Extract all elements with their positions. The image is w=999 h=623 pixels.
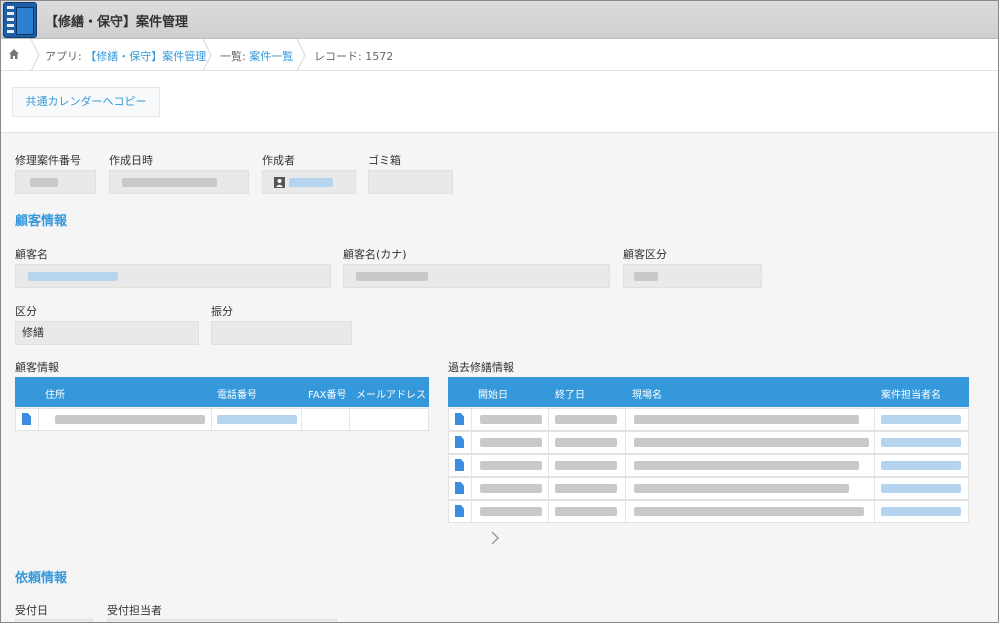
customer-category-field	[623, 264, 762, 288]
creator-field	[262, 170, 356, 194]
col-start-date: 開始日	[478, 390, 508, 401]
division-field: 修繕	[15, 321, 199, 345]
app-title: 【修繕・保守】案件管理	[45, 15, 189, 30]
table-row[interactable]	[448, 500, 969, 523]
request-info-heading: 依頼情報	[15, 571, 68, 586]
allocation-label: 振分	[211, 305, 233, 318]
customer-kana-label: 顧客名(カナ)	[343, 248, 407, 261]
redacted-value	[356, 271, 428, 281]
redacted-value	[30, 177, 58, 187]
customer-info-heading: 顧客情報	[15, 214, 68, 229]
creator-label: 作成者	[262, 154, 295, 167]
home-icon[interactable]	[8, 48, 20, 60]
app-header: 【修繕・保守】案件管理	[1, 1, 998, 39]
document-icon[interactable]	[455, 482, 464, 494]
col-email: メールアドレス	[356, 390, 426, 401]
document-icon[interactable]	[455, 436, 464, 448]
table-row[interactable]	[448, 431, 969, 454]
document-icon[interactable]	[455, 505, 464, 517]
breadcrumb-separator	[202, 39, 212, 71]
col-fax: FAX番号	[308, 390, 347, 401]
document-icon[interactable]	[455, 459, 464, 471]
reception-date-field	[15, 619, 93, 622]
created-at-field	[109, 170, 249, 194]
redacted-value[interactable]	[289, 178, 333, 187]
reception-staff-field	[107, 619, 337, 622]
breadcrumb-list-link[interactable]: 案件一覧	[249, 50, 293, 63]
col-site-name: 現場名	[632, 390, 662, 401]
history-table-header: 開始日 終了日 現場名 案件担当者名	[448, 377, 969, 407]
breadcrumb-separator	[30, 39, 40, 71]
record-toolbar: 共通カレンダーへコピー	[1, 71, 998, 133]
redacted-value	[634, 271, 658, 281]
case-number-label: 修理案件番号	[15, 154, 81, 167]
case-number-field	[15, 170, 96, 194]
col-address: 住所	[45, 390, 65, 401]
history-table-title: 過去修繕情報	[448, 361, 514, 374]
table-row[interactable]	[448, 408, 969, 431]
chevron-right-icon[interactable]	[488, 529, 502, 547]
col-end-date: 終了日	[555, 390, 585, 401]
table-row[interactable]	[448, 477, 969, 500]
breadcrumb-list[interactable]: 一覧: 案件一覧	[220, 48, 293, 64]
breadcrumb: アプリ: 【修繕・保守】案件管理 一覧: 案件一覧 レコード: 1572	[1, 39, 998, 71]
division-label: 区分	[15, 305, 37, 318]
customer-category-label: 顧客区分	[623, 248, 667, 261]
allocation-field	[211, 321, 352, 345]
app-window: 【修繕・保守】案件管理 アプリ: 【修繕・保守】案件管理 一覧: 案件一覧 レコ…	[0, 0, 999, 623]
col-phone: 電話番号	[217, 390, 257, 401]
redacted-value	[122, 177, 217, 187]
table-row[interactable]	[448, 454, 969, 477]
created-at-label: 作成日時	[109, 154, 153, 167]
trash-label: ゴミ箱	[368, 154, 401, 167]
breadcrumb-record: レコード: 1572	[314, 50, 394, 63]
trash-field	[368, 170, 453, 194]
col-staff-name: 案件担当者名	[881, 390, 941, 401]
table-row[interactable]	[15, 408, 429, 431]
document-icon[interactable]	[455, 413, 464, 425]
customer-table-header: 住所 電話番号 FAX番号 メールアドレス	[15, 377, 429, 407]
customer-kana-field	[343, 264, 610, 288]
document-icon[interactable]	[22, 413, 31, 425]
customer-name-field	[15, 264, 331, 288]
reception-staff-label: 受付担当者	[107, 604, 162, 617]
breadcrumb-app-link[interactable]: 【修繕・保守】案件管理	[85, 50, 206, 63]
reception-date-label: 受付日	[15, 604, 48, 617]
copy-to-calendar-button[interactable]: 共通カレンダーへコピー	[12, 87, 160, 117]
breadcrumb-app[interactable]: アプリ: 【修繕・保守】案件管理	[45, 48, 206, 64]
customer-name-label: 顧客名	[15, 248, 48, 261]
customer-table-title: 顧客情報	[15, 361, 59, 374]
app-notebook-icon	[3, 2, 37, 38]
user-icon	[274, 177, 285, 188]
redacted-value	[28, 271, 118, 281]
breadcrumb-separator	[296, 39, 306, 71]
